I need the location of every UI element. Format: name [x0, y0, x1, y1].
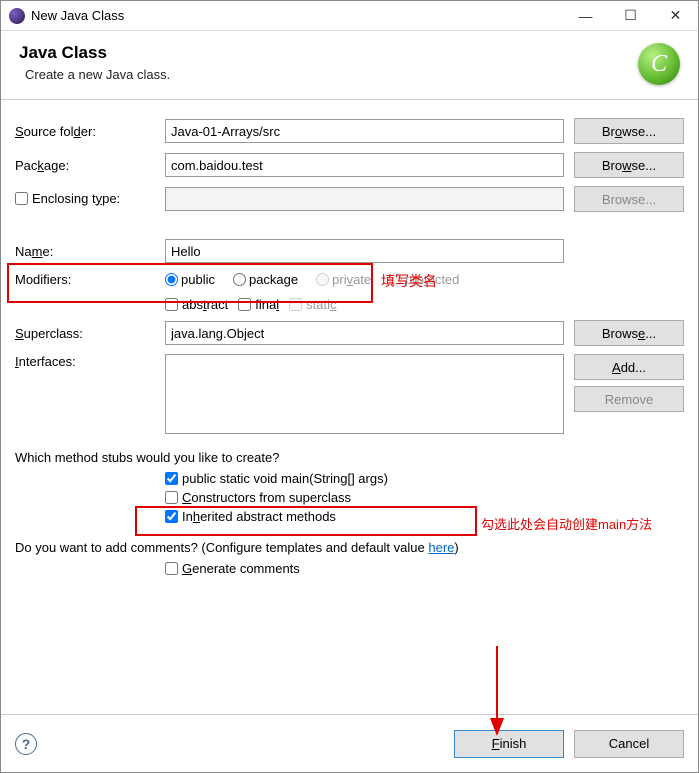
- generate-comments-checkbox[interactable]: Generate comments: [165, 561, 300, 576]
- modifier-protected-radio: protected: [389, 272, 459, 287]
- interfaces-add-button[interactable]: Add...: [574, 354, 684, 380]
- name-label: Name:: [15, 244, 165, 259]
- interfaces-remove-button: Remove: [574, 386, 684, 412]
- class-icon: C: [638, 43, 680, 85]
- header-title: Java Class: [19, 43, 170, 63]
- enclosing-type-browse-button: Browse...: [574, 186, 684, 212]
- header-subtitle: Create a new Java class.: [25, 67, 170, 82]
- source-folder-input[interactable]: [165, 119, 564, 143]
- help-icon[interactable]: ?: [15, 733, 37, 755]
- stub-constructors-checkbox[interactable]: Constructors from superclass: [165, 490, 351, 505]
- superclass-input[interactable]: [165, 321, 564, 345]
- package-browse-button[interactable]: Browse...: [574, 152, 684, 178]
- enclosing-type-input: [165, 187, 564, 211]
- stubs-question: Which method stubs would you like to cre…: [15, 450, 684, 465]
- close-button[interactable]: ✕: [653, 1, 698, 30]
- modifier-final-checkbox[interactable]: final: [238, 297, 279, 312]
- cancel-button[interactable]: Cancel: [574, 730, 684, 758]
- modifier-public-radio[interactable]: public: [165, 272, 215, 287]
- modifier-static-checkbox: static: [289, 297, 336, 312]
- titlebar: New Java Class — ☐ ✕: [1, 1, 698, 31]
- interfaces-label: Interfaces:: [15, 354, 165, 369]
- superclass-label: Superclass:: [15, 326, 165, 341]
- interfaces-list[interactable]: [165, 354, 564, 434]
- maximize-button[interactable]: ☐: [608, 1, 653, 30]
- modifiers-label: Modifiers:: [15, 272, 165, 287]
- source-folder-browse-button[interactable]: Browse...: [574, 118, 684, 144]
- eclipse-icon: [9, 8, 25, 24]
- main-content: Source folder: Browse... Package: Browse…: [1, 100, 698, 590]
- stub-main-checkbox[interactable]: public static void main(String[] args): [165, 471, 388, 486]
- superclass-browse-button[interactable]: Browse...: [574, 320, 684, 346]
- modifier-private-radio: private: [316, 272, 371, 287]
- stub-inherited-checkbox[interactable]: Inherited abstract methods: [165, 509, 336, 524]
- configure-here-link[interactable]: here: [428, 540, 454, 555]
- dialog-header: Java Class Create a new Java class. C: [1, 31, 698, 100]
- package-input[interactable]: [165, 153, 564, 177]
- finish-button[interactable]: Finish: [454, 730, 564, 758]
- comments-question: Do you want to add comments? (Configure …: [15, 540, 684, 555]
- window-title: New Java Class: [31, 8, 563, 23]
- modifier-abstract-checkbox[interactable]: abstract: [165, 297, 228, 312]
- name-input[interactable]: [165, 239, 564, 263]
- package-label: Package:: [15, 158, 165, 173]
- dialog-footer: ? Finish Cancel: [1, 714, 698, 772]
- source-folder-label: Source folder:: [15, 124, 165, 139]
- modifier-package-radio[interactable]: package: [233, 272, 298, 287]
- minimize-button[interactable]: —: [563, 1, 608, 30]
- enclosing-type-checkbox[interactable]: Enclosing type:: [15, 191, 120, 206]
